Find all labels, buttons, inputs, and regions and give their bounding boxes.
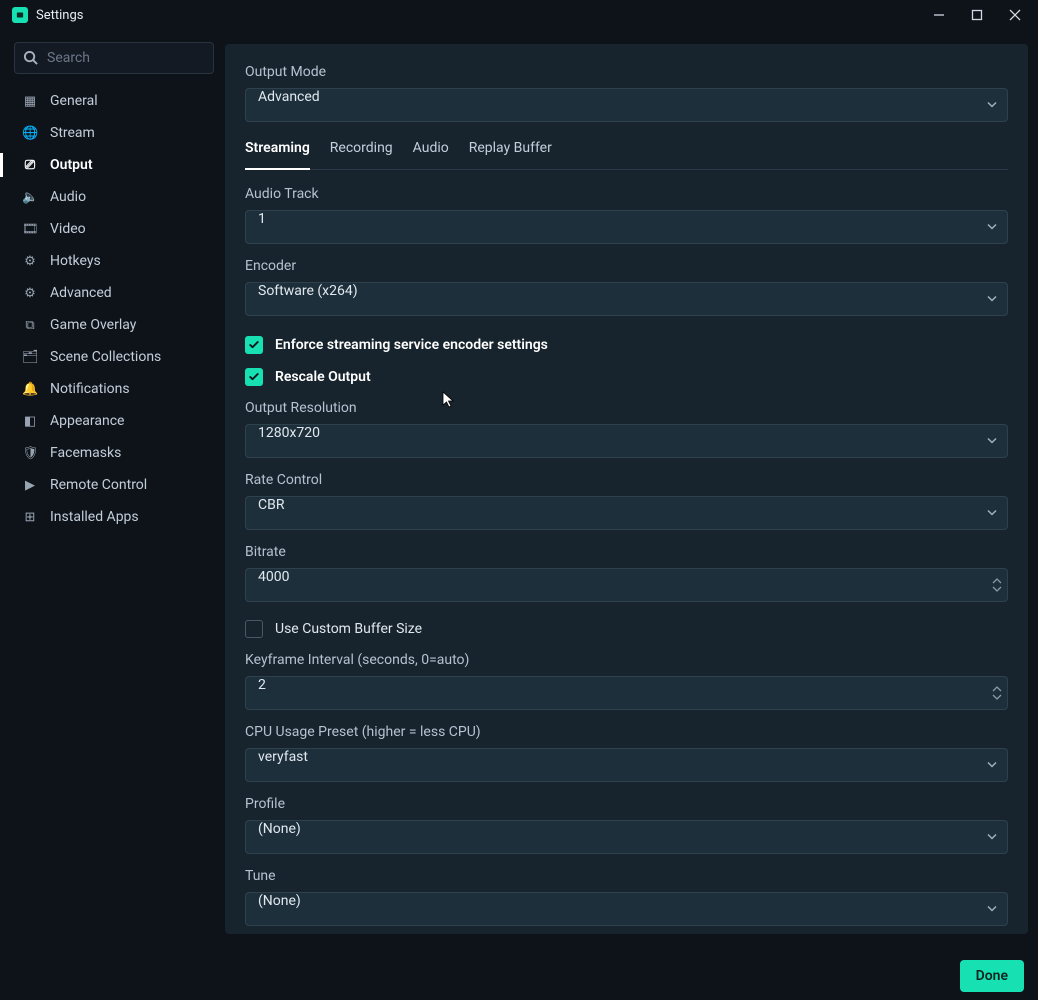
volume-icon: 🔈 xyxy=(22,190,38,205)
profile-label: Profile xyxy=(245,796,1008,812)
palette-icon: ◧ xyxy=(22,414,38,429)
sidebar-item-scene-collections[interactable]: 🗂 Scene Collections xyxy=(14,342,215,372)
app-icon xyxy=(12,7,28,23)
tune-label: Tune xyxy=(245,868,1008,884)
rescale-checkbox[interactable] xyxy=(245,368,263,386)
output-tabs: Streaming Recording Audio Replay Buffer xyxy=(245,140,1008,170)
sidebar-item-video[interactable]: 🎞 Video xyxy=(14,214,215,244)
titlebar: Settings xyxy=(0,0,1038,30)
output-resolution-select[interactable]: 1280x720 xyxy=(245,424,1008,458)
search-input[interactable] xyxy=(14,42,214,74)
sliders-icon: ⚙ xyxy=(22,286,38,301)
minimize-button[interactable] xyxy=(920,0,958,30)
sidebar-item-advanced[interactable]: ⚙ Advanced xyxy=(14,278,215,308)
stepper-icon[interactable] xyxy=(992,577,1002,593)
sidebar-item-audio[interactable]: 🔈 Audio xyxy=(14,182,215,212)
output-icon: ⎚ xyxy=(22,158,38,173)
sidebar-item-hotkeys[interactable]: ⚙ Hotkeys xyxy=(14,246,215,276)
sidebar-item-game-overlay[interactable]: ⧉ Game Overlay xyxy=(14,310,215,340)
sidebar-item-label: Facemasks xyxy=(50,445,121,461)
output-mode-select[interactable]: Advanced xyxy=(245,88,1008,122)
encoder-select[interactable]: Software (x264) xyxy=(245,282,1008,316)
sidebar-item-installed-apps[interactable]: ⊞ Installed Apps xyxy=(14,502,215,532)
sidebar-item-output[interactable]: ⎚ Output xyxy=(14,150,215,180)
settings-panel: Output Mode Advanced Streaming Recording A… xyxy=(225,44,1028,934)
tab-replay-buffer[interactable]: Replay Buffer xyxy=(469,140,552,169)
sidebar-item-general[interactable]: ▦ General xyxy=(14,86,215,116)
enforce-label: Enforce streaming service encoder settin… xyxy=(275,337,548,353)
keyframe-label: Keyframe Interval (seconds, 0=auto) xyxy=(245,652,1008,668)
sidebar-item-label: Scene Collections xyxy=(50,349,161,365)
sidebar-item-notifications[interactable]: 🔔 Notifications xyxy=(14,374,215,404)
audio-track-label: Audio Track xyxy=(245,186,1008,202)
bell-icon: 🔔 xyxy=(22,382,38,397)
gear-icon: ⚙ xyxy=(22,254,38,269)
grid-icon: ▦ xyxy=(22,94,38,109)
done-button[interactable]: Done xyxy=(960,960,1024,992)
tune-select[interactable]: (None) xyxy=(245,892,1008,926)
sidebar-item-facemasks[interactable]: 🛡 Facemasks xyxy=(14,438,215,468)
sidebar-item-label: Stream xyxy=(50,125,95,141)
apps-icon: ⊞ xyxy=(22,510,38,525)
bitrate-label: Bitrate xyxy=(245,544,1008,560)
sidebar-item-label: Game Overlay xyxy=(50,317,136,333)
custom-buffer-label: Use Custom Buffer Size xyxy=(275,621,422,637)
output-mode-label: Output Mode xyxy=(245,64,1008,80)
enforce-checkbox[interactable] xyxy=(245,336,263,354)
sidebar-item-label: Appearance xyxy=(50,413,124,429)
rate-control-select[interactable]: CBR xyxy=(245,496,1008,530)
tab-audio[interactable]: Audio xyxy=(413,140,449,169)
footer: Done xyxy=(0,952,1038,1000)
tab-streaming[interactable]: Streaming xyxy=(245,140,310,170)
sidebar-item-label: Audio xyxy=(50,189,86,205)
keyframe-input[interactable]: 2 xyxy=(245,676,1008,710)
mask-icon: 🛡 xyxy=(22,446,38,461)
sidebar-item-label: Hotkeys xyxy=(50,253,101,269)
stepper-icon[interactable] xyxy=(992,685,1002,701)
output-resolution-label: Output Resolution xyxy=(245,400,1008,416)
audio-track-select[interactable]: 1 xyxy=(245,210,1008,244)
sidebar-item-label: Output xyxy=(50,157,93,173)
close-button[interactable] xyxy=(996,0,1034,30)
film-icon: 🎞 xyxy=(22,222,38,237)
encoder-label: Encoder xyxy=(245,258,1008,274)
window-title: Settings xyxy=(36,8,83,23)
layers-icon: 🗂 xyxy=(22,350,38,365)
rate-control-label: Rate Control xyxy=(245,472,1008,488)
overlay-icon: ⧉ xyxy=(22,318,38,333)
sidebar-item-label: Remote Control xyxy=(50,477,147,493)
sidebar-item-label: Advanced xyxy=(50,285,112,301)
sidebar-item-label: Installed Apps xyxy=(50,509,139,525)
sidebar-item-appearance[interactable]: ◧ Appearance xyxy=(14,406,215,436)
profile-select[interactable]: (None) xyxy=(245,820,1008,854)
rescale-label: Rescale Output xyxy=(275,369,371,385)
bitrate-input[interactable]: 4000 xyxy=(245,568,1008,602)
cpu-preset-select[interactable]: veryfast xyxy=(245,748,1008,782)
cpu-preset-label: CPU Usage Preset (higher = less CPU) xyxy=(245,724,1008,740)
tab-recording[interactable]: Recording xyxy=(330,140,393,169)
sidebar-item-stream[interactable]: 🌐 Stream xyxy=(14,118,215,148)
sidebar: ▦ General 🌐 Stream ⎚ Output 🔈 Audio 🎞 Video ⚙ Hotke… xyxy=(0,30,225,952)
custom-buffer-checkbox[interactable] xyxy=(245,620,263,638)
sidebar-item-remote-control[interactable]: ▶ Remote Control xyxy=(14,470,215,500)
sidebar-item-label: Notifications xyxy=(50,381,130,397)
remote-icon: ▶ xyxy=(22,478,38,493)
globe-icon: 🌐 xyxy=(22,126,38,141)
search-icon xyxy=(23,50,38,69)
maximize-button[interactable] xyxy=(958,0,996,30)
sidebar-item-label: General xyxy=(50,93,98,109)
sidebar-item-label: Video xyxy=(50,221,86,237)
